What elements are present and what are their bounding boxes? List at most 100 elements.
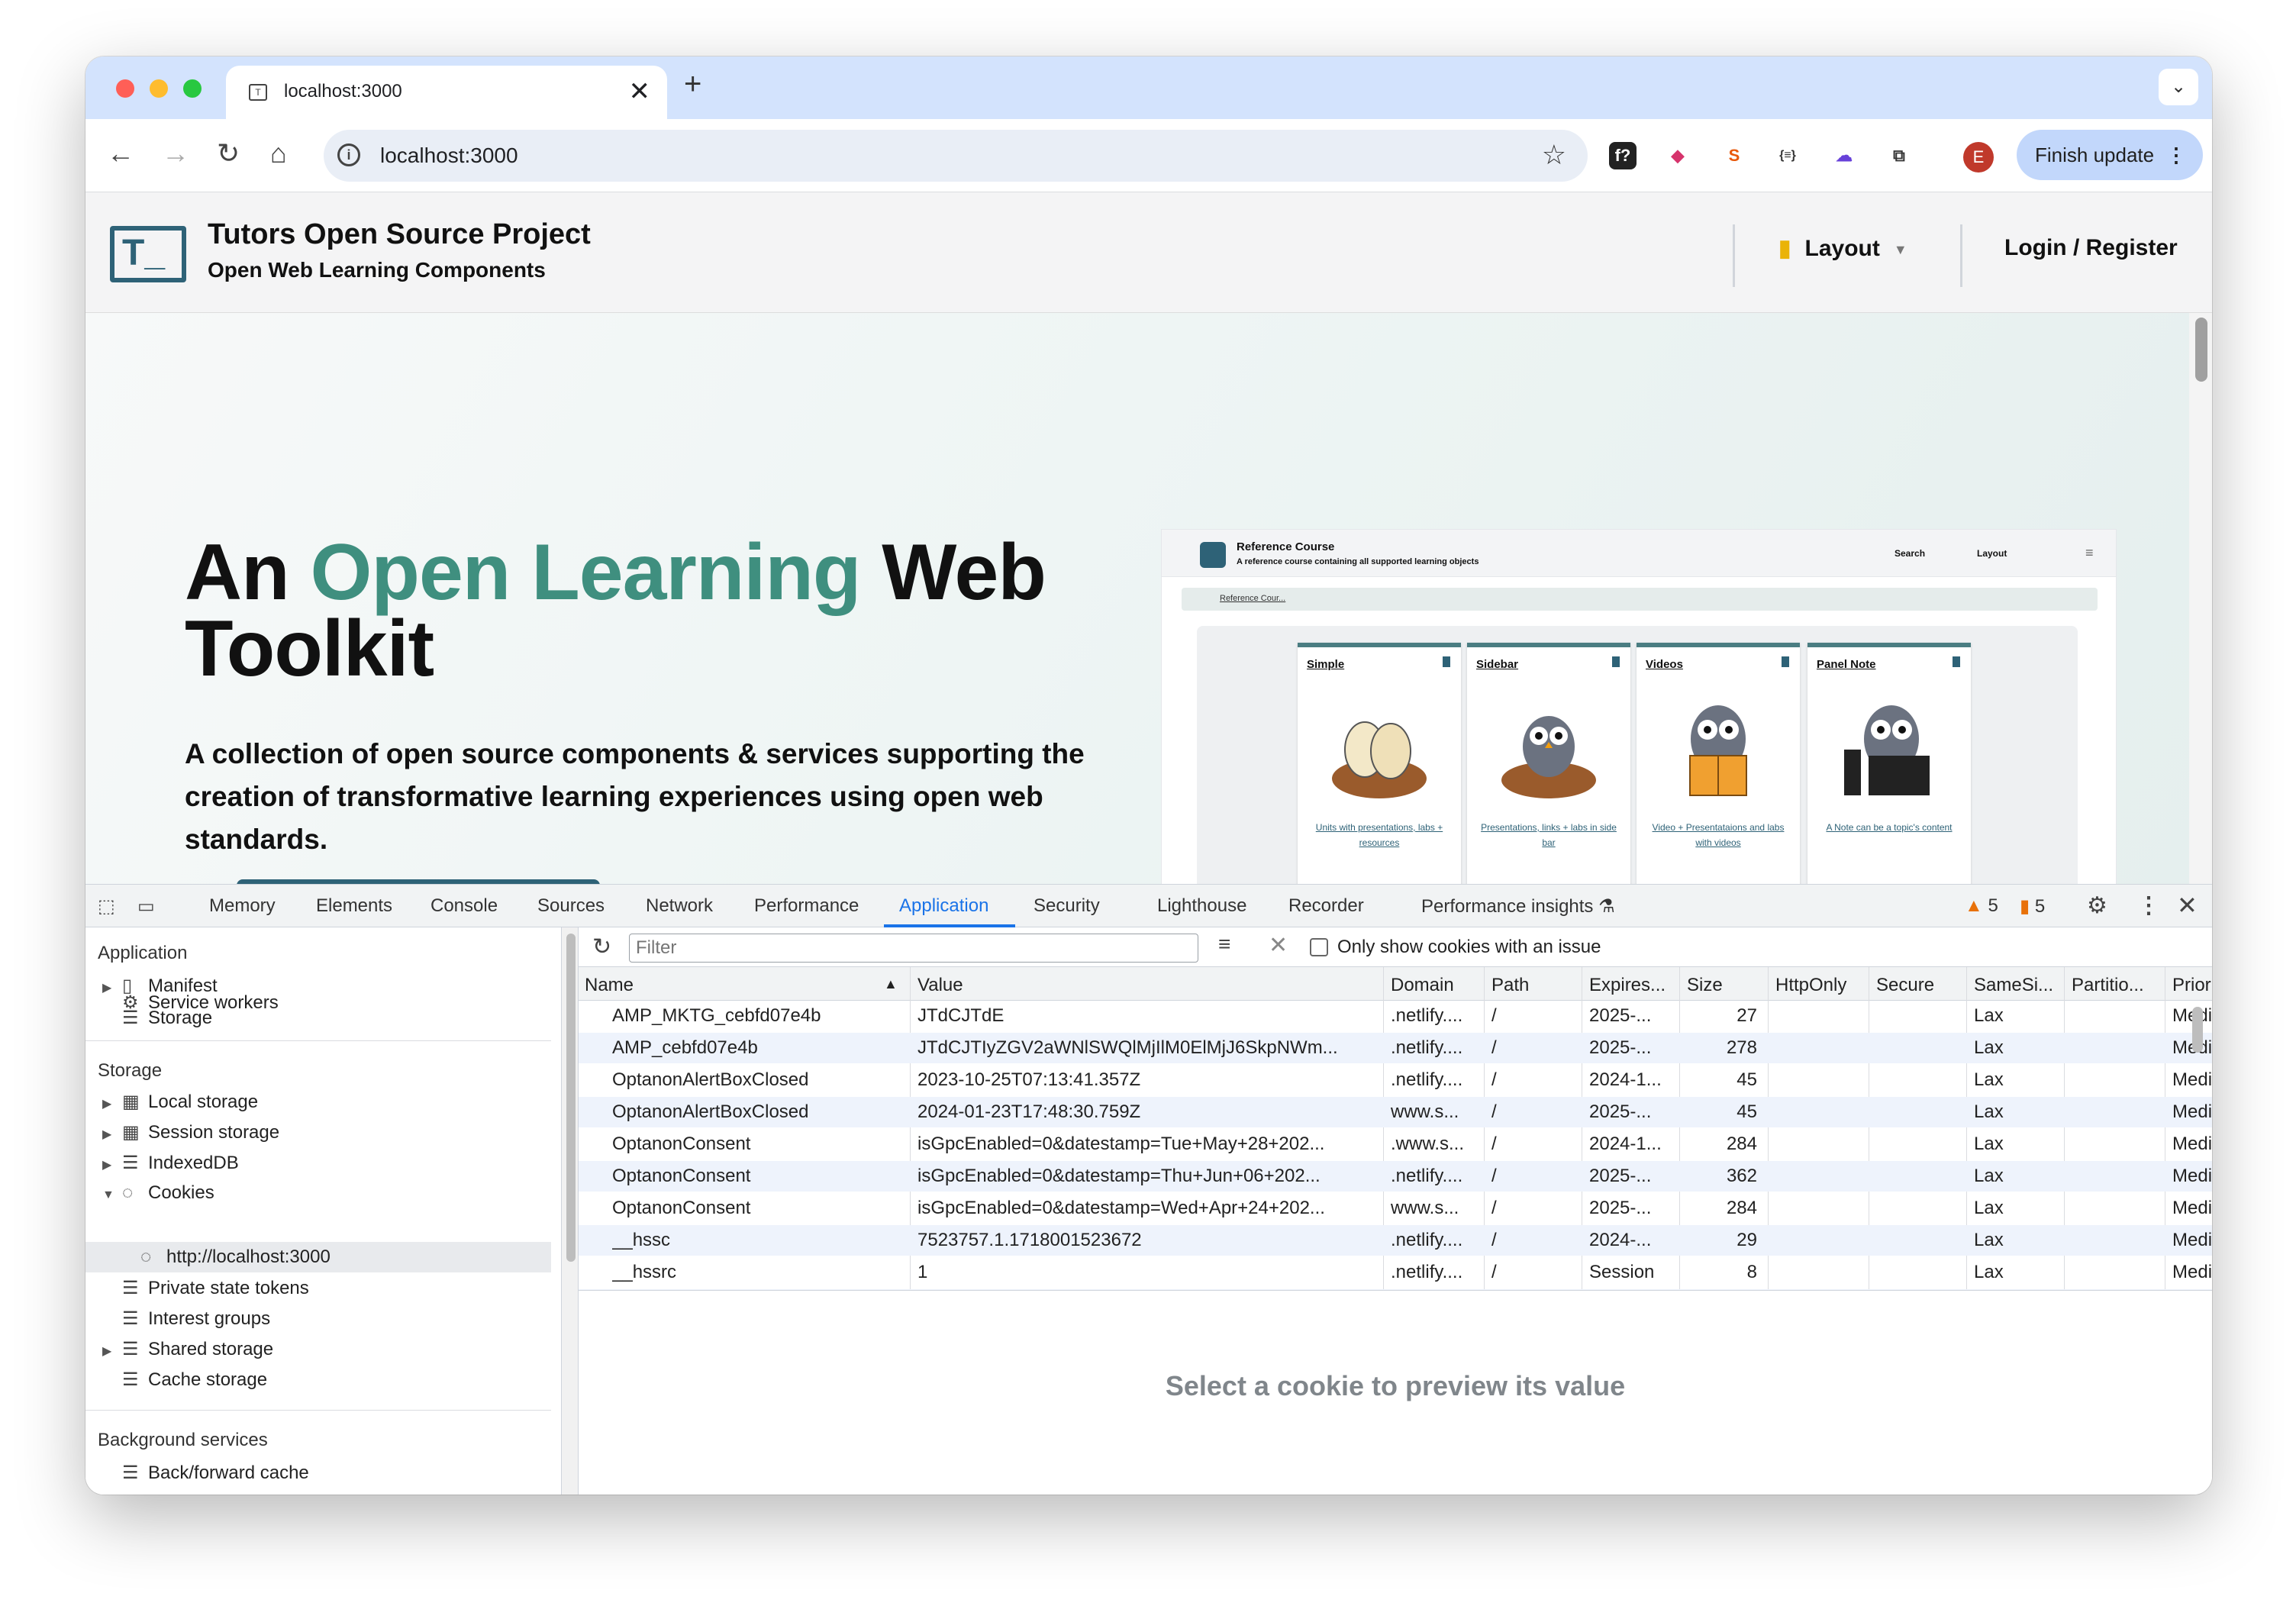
- address-bar[interactable]: i localhost:3000 ☆: [324, 130, 1588, 182]
- table-row[interactable]: AMP_MKTG_cebfd07e4b JTdCJTdE .netlify.... /…: [579, 1001, 2212, 1031]
- expand-arrow-icon[interactable]: ▶: [102, 1096, 116, 1111]
- column-header[interactable]: Priority: [2172, 975, 2212, 996]
- tab-elements[interactable]: Elements: [316, 895, 392, 917]
- tab-memory[interactable]: Memory: [209, 895, 276, 917]
- tutors-logo[interactable]: T_: [110, 226, 186, 282]
- column-header[interactable]: Size: [1687, 975, 1723, 996]
- column-header[interactable]: HttpOnly: [1775, 975, 1846, 996]
- close-window-button[interactable]: [116, 79, 134, 98]
- tab-performance[interactable]: Performance: [754, 895, 859, 917]
- sidebar-item-session-storage[interactable]: ▶ ▦ Session storage: [102, 1121, 279, 1143]
- table-row[interactable]: OptanonConsent isGpcEnabled=0&datestamp=T…: [579, 1161, 2212, 1192]
- login-register-link[interactable]: Login / Register: [2004, 235, 2178, 261]
- reload-icon[interactable]: ↻: [217, 137, 240, 169]
- devtools-menu-icon[interactable]: ⋮: [2137, 892, 2160, 919]
- extension-s-icon[interactable]: S: [1720, 142, 1748, 169]
- sidebar-item-cookies[interactable]: ▼ ◌ Cookies: [102, 1182, 214, 1204]
- sidebar-item-indexeddb[interactable]: ▶ ☰ IndexedDB: [102, 1152, 239, 1174]
- finish-update-button[interactable]: Finish update ⋮: [2017, 130, 2203, 180]
- expand-arrow-icon[interactable]: ▶: [102, 1127, 116, 1142]
- expand-arrow-icon[interactable]: ▶: [102, 980, 116, 995]
- cell-size: 29: [1737, 1230, 1757, 1250]
- tab-network[interactable]: Network: [646, 895, 713, 917]
- column-header[interactable]: Name: [585, 975, 634, 996]
- sidebar-item-interest-groups[interactable]: ☰ Interest groups: [122, 1308, 270, 1330]
- preview-breadcrumb-text: Reference Cour...: [1220, 594, 1286, 603]
- sidebar-item-storage[interactable]: ☰ Storage: [122, 1007, 212, 1029]
- devtools-tab-bar: ⬚ ▭ Memory Elements Console Sources Netw…: [85, 885, 2212, 927]
- minimize-window-button[interactable]: [150, 79, 168, 98]
- only-issues-checkbox[interactable]: [1310, 938, 1328, 956]
- preview-header: Reference Course A reference course cont…: [1162, 530, 2116, 577]
- cell-samesite: Lax: [1974, 1069, 2004, 1090]
- url-text[interactable]: localhost:3000: [380, 144, 518, 168]
- extension-color-icon[interactable]: ◆: [1664, 142, 1691, 169]
- device-toolbar-icon[interactable]: ▭: [137, 895, 155, 917]
- tab-sources[interactable]: Sources: [537, 895, 605, 917]
- extension-json-icon[interactable]: {≡}: [1774, 142, 1801, 169]
- sidebar-item-cache-storage[interactable]: ☰ Cache storage: [122, 1369, 267, 1391]
- tab-application[interactable]: Application: [899, 895, 988, 917]
- browser-tab[interactable]: T localhost:3000 ✕: [226, 66, 667, 119]
- tab-lighthouse[interactable]: Lighthouse: [1157, 895, 1246, 917]
- settings-gear-icon[interactable]: ⚙: [2087, 892, 2107, 919]
- table-row[interactable]: OptanonAlertBoxClosed 2023-10-25T07:13:41…: [579, 1065, 2212, 1095]
- column-header[interactable]: SameSi...: [1974, 975, 2053, 996]
- hero-description: A collection of open source components &…: [185, 738, 1085, 855]
- tab-close-icon[interactable]: ✕: [629, 76, 651, 107]
- sidebar-item-back-forward-cache[interactable]: ☰ Back/forward cache: [122, 1462, 309, 1484]
- back-arrow-icon[interactable]: ←: [107, 137, 134, 169]
- profile-avatar[interactable]: E: [1963, 142, 1994, 173]
- inspect-element-icon[interactable]: ⬚: [98, 895, 115, 917]
- site-subtitle: Open Web Learning Components: [208, 258, 546, 282]
- issues-counter[interactable]: ▮ 5: [2020, 895, 2045, 917]
- maximize-window-button[interactable]: [183, 79, 202, 98]
- sort-ascending-icon[interactable]: ▲: [884, 976, 898, 992]
- expand-arrow-icon[interactable]: ▶: [102, 1157, 116, 1172]
- table-row[interactable]: OptanonConsent isGpcEnabled=0&datestamp=T…: [579, 1129, 2212, 1159]
- filter-input[interactable]: [629, 934, 1198, 963]
- table-scrollbar-thumb[interactable]: [2192, 1007, 2203, 1053]
- sidebar-item-private-state-tokens[interactable]: ☰ Private state tokens: [122, 1277, 309, 1299]
- site-info-icon[interactable]: i: [337, 144, 360, 166]
- sidebar-item-local-storage[interactable]: ▶ ▦ Local storage: [102, 1091, 258, 1113]
- tab-search-button[interactable]: ⌄: [2159, 69, 2198, 105]
- tab-performance-insights[interactable]: Performance insights ⚗: [1421, 895, 1615, 917]
- column-header[interactable]: Value: [917, 975, 963, 996]
- column-header[interactable]: Expires...: [1589, 975, 1666, 996]
- sidebar-item-cookies-localhost[interactable]: ◌ http://localhost:3000: [140, 1246, 331, 1268]
- forward-arrow-icon[interactable]: →: [162, 137, 189, 169]
- new-tab-button[interactable]: +: [684, 67, 701, 102]
- home-icon[interactable]: ⌂: [270, 137, 287, 169]
- column-header[interactable]: Domain: [1391, 975, 1454, 996]
- table-row[interactable]: __hssc 7523757.1.1718001523672 .netlify...…: [579, 1225, 2212, 1256]
- database-icon: ☰: [122, 1308, 139, 1329]
- table-row[interactable]: AMP_cebfd07e4b JTdCJTIyZGV2aWNlSWQlMjIlM0…: [579, 1033, 2212, 1063]
- tab-recorder[interactable]: Recorder: [1288, 895, 1364, 917]
- collapse-arrow-icon[interactable]: ▼: [102, 1188, 116, 1202]
- bookmark-star-icon[interactable]: ☆: [1542, 139, 1566, 171]
- clear-all-cookies-icon[interactable]: ≡: [1218, 932, 1230, 956]
- tab-security[interactable]: Security: [1034, 895, 1100, 917]
- refresh-icon[interactable]: ↻: [592, 934, 611, 960]
- sidebar-item-shared-storage[interactable]: ▶ ☰ Shared storage: [102, 1338, 273, 1360]
- table-row[interactable]: OptanonAlertBoxClosed 2024-01-23T17:48:30…: [579, 1097, 2212, 1127]
- page-scrollbar-thumb[interactable]: [2195, 318, 2207, 382]
- layout-button[interactable]: ▮ Layout ▼: [1778, 235, 1907, 262]
- page-scrollbar[interactable]: [2189, 313, 2212, 884]
- tab-console[interactable]: Console: [430, 895, 498, 917]
- extension-fx-icon[interactable]: f?: [1609, 142, 1637, 169]
- column-header[interactable]: Secure: [1876, 975, 1934, 996]
- extension-cloud-icon[interactable]: ☁: [1830, 142, 1858, 169]
- sidebar-scrollbar-thumb[interactable]: [566, 934, 576, 1262]
- table-row[interactable]: __hssrc 1 .netlify.... / Session 8 Lax Medium: [579, 1257, 2212, 1288]
- extensions-puzzle-icon[interactable]: ⧉: [1885, 142, 1913, 169]
- expand-arrow-icon[interactable]: ▶: [102, 1343, 116, 1359]
- cell-expires: 2025-...: [1589, 1198, 1652, 1218]
- warnings-counter[interactable]: ▲ 5: [1965, 895, 1998, 917]
- column-header[interactable]: Partitio...: [2072, 975, 2144, 996]
- close-devtools-icon[interactable]: ✕: [2177, 891, 2198, 920]
- delete-selected-icon[interactable]: ✕: [1269, 932, 1288, 959]
- table-row[interactable]: OptanonConsent isGpcEnabled=0&datestamp=W…: [579, 1193, 2212, 1224]
- column-header[interactable]: Path: [1491, 975, 1529, 996]
